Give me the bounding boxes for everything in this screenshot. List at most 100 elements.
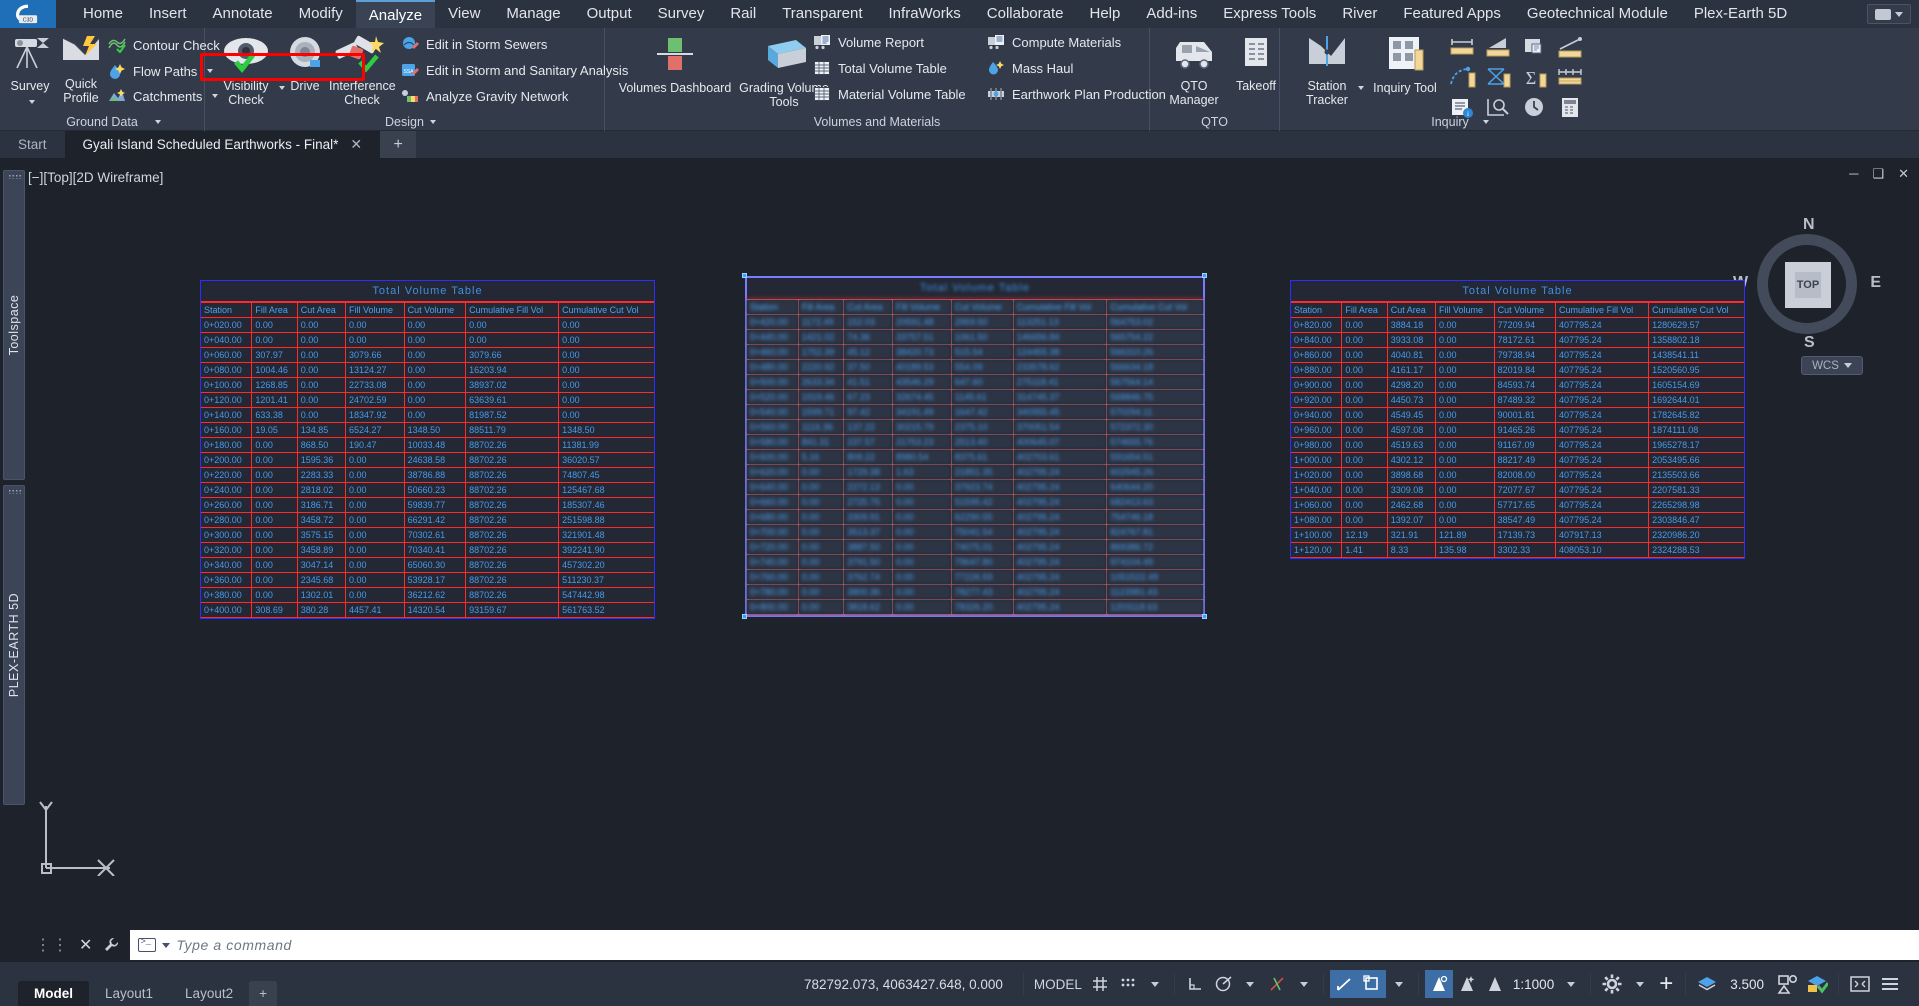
station-tracker-button[interactable]: Station Tracker xyxy=(1294,34,1360,107)
workspace-dropdown[interactable] xyxy=(1386,970,1412,998)
table-row[interactable]: 0+420.001172.49152.0320591.482959.501132… xyxy=(747,315,1203,330)
customization-add-button[interactable]: + xyxy=(1653,970,1679,998)
drive-button[interactable]: Drive xyxy=(283,34,327,93)
workspace-switcher[interactable] xyxy=(1867,4,1911,24)
chevron-down-icon[interactable] xyxy=(162,943,170,948)
list-slope-icon[interactable] xyxy=(1484,36,1518,64)
ribbon-tab-add-ins[interactable]: Add-ins xyxy=(1133,0,1210,28)
application-menu-button[interactable]: C3D xyxy=(0,0,56,28)
wrench-icon[interactable] xyxy=(102,936,120,954)
table-row[interactable]: 0+780.000.003800.360.0078277.43402795.24… xyxy=(747,585,1203,600)
ribbon-tab-survey[interactable]: Survey xyxy=(645,0,718,28)
toolspace-dock-panel[interactable]: Toolspace xyxy=(3,170,25,480)
annotation-scale-value[interactable]: 1:1000 xyxy=(1509,977,1558,992)
grid-display-button[interactable] xyxy=(1086,970,1114,998)
selection-grip-bottom-left[interactable] xyxy=(742,614,747,619)
drawing-canvas[interactable]: [−][Top][2D Wireframe] ─ ❑ ✕ Toolspace P… xyxy=(0,158,1919,928)
command-input-placeholder[interactable]: Type a command xyxy=(176,937,292,953)
table-row[interactable]: 0+600.005.16809.228980.548375.61402703.6… xyxy=(747,450,1203,465)
annotation-scale-sync-button[interactable] xyxy=(1425,970,1453,998)
close-icon[interactable]: ✕ xyxy=(350,136,362,153)
table-row[interactable]: 0+560.001116.36137.2230215.792375.103700… xyxy=(747,420,1203,435)
osnap-dropdown[interactable] xyxy=(1291,970,1317,998)
list-elevation-icon[interactable] xyxy=(1520,36,1554,64)
layout-tab-strip[interactable]: ModelLayout1Layout2+ xyxy=(18,962,277,1006)
ribbon-tab-river[interactable]: River xyxy=(1329,0,1390,28)
table-row[interactable]: 0+320.000.003458.890.0070340.4188702.263… xyxy=(201,543,654,558)
annotation-scale-list-button[interactable] xyxy=(1481,970,1509,998)
ribbon-tab-help[interactable]: Help xyxy=(1076,0,1133,28)
polar-tracking-button[interactable] xyxy=(1209,970,1237,998)
ribbon-tab-output[interactable]: Output xyxy=(574,0,645,28)
object-snap-button[interactable] xyxy=(1263,970,1291,998)
analyze-gravity-network-button[interactable]: Analyze Gravity Network xyxy=(401,88,568,104)
selection-grip-bottom-right[interactable] xyxy=(1202,614,1207,619)
table-row[interactable]: 0+220.000.002283.330.0038786.8888702.267… xyxy=(201,468,654,483)
file-tab-start[interactable]: Start xyxy=(0,131,65,158)
table-row[interactable]: 0+720.000.003887.500.0074075.01402795.24… xyxy=(747,540,1203,555)
table-row[interactable]: 0+760.000.003762.740.0077226.59402795.24… xyxy=(747,570,1203,585)
left-table[interactable]: Total Volume TableStationFill AreaCut Ar… xyxy=(200,280,655,619)
table-row[interactable]: 0+920.000.004450.730.0087489.32407795.24… xyxy=(1291,393,1744,408)
settings-button[interactable] xyxy=(1597,970,1627,998)
list-continuous-distance-icon[interactable] xyxy=(1556,66,1590,94)
table-row[interactable]: 0+660.000.002725.750.0051595.42402795.24… xyxy=(747,495,1203,510)
takeoff-button[interactable]: Takeoff xyxy=(1234,34,1278,93)
table-row[interactable]: 0+360.000.002345.680.0053928.1788702.265… xyxy=(201,573,654,588)
ribbon-tab-annotate[interactable]: Annotate xyxy=(200,0,286,28)
lineweight-button[interactable] xyxy=(1692,970,1722,998)
table-row[interactable]: 0+280.000.003458.720.0066291.4288702.262… xyxy=(201,513,654,528)
table-row[interactable]: 0+120.001201.410.0024702.590.0063639.610… xyxy=(201,393,654,408)
viewcube-north-label[interactable]: N xyxy=(1803,216,1815,234)
middle-table[interactable]: Total Volume TableStationFill AreaCut Ar… xyxy=(745,276,1205,617)
right-table[interactable]: Total Volume TableStationFill AreaCut Ar… xyxy=(1290,280,1745,559)
table-row[interactable]: 0+540.001599.7197.4234191.491647.4234095… xyxy=(747,405,1203,420)
list-curve-icon[interactable] xyxy=(1448,66,1482,94)
table-row[interactable]: 1+060.000.002462.680.0057717.65407795.24… xyxy=(1291,498,1744,513)
table-row[interactable]: 0+460.001752.3945.1238420.73515.54124455… xyxy=(747,345,1203,360)
new-file-tab-button[interactable]: + xyxy=(380,131,416,158)
table-row[interactable]: 0+620.000.001729.381.6321851.35402795.24… xyxy=(747,465,1203,480)
snap-dropdown[interactable] xyxy=(1142,970,1168,998)
viewcube-top-face[interactable]: TOP xyxy=(1785,262,1831,308)
table-row[interactable]: 0+020.000.000.000.000.000.000.00 xyxy=(201,318,654,333)
table-row[interactable]: 0+880.000.004161.170.0082019.84407795.24… xyxy=(1291,363,1744,378)
table-row[interactable]: 0+260.000.003186.710.0059839.7788702.261… xyxy=(201,498,654,513)
table-row[interactable]: 0+300.000.003575.150.0070302.6188702.263… xyxy=(201,528,654,543)
ribbon-tab-view[interactable]: View xyxy=(435,0,493,28)
annotation-scale-dropdown[interactable] xyxy=(1558,970,1584,998)
table-row[interactable]: 0+140.00633.380.0018347.920.0081987.520.… xyxy=(201,408,654,423)
table-row[interactable]: 0+980.000.004519.630.0091167.09407795.24… xyxy=(1291,438,1744,453)
selection-grip-top-left[interactable] xyxy=(742,273,747,278)
table-row[interactable]: 0+960.000.004597.080.0091465.26407795.24… xyxy=(1291,423,1744,438)
flow-paths-button[interactable]: Flow Paths xyxy=(108,63,213,79)
ribbon-tab-transparent[interactable]: Transparent xyxy=(769,0,875,28)
isolate-objects-button[interactable] xyxy=(1772,970,1802,998)
command-input-wrapper[interactable]: Type a command xyxy=(130,930,1919,960)
close-icon[interactable]: ✕ xyxy=(79,935,92,955)
viewport-label[interactable]: [−][Top][2D Wireframe] xyxy=(28,170,163,185)
table-row[interactable]: 0+180.000.00868.50190.4710033.4888702.26… xyxy=(201,438,654,453)
ribbon-tab-infraworks[interactable]: InfraWorks xyxy=(876,0,974,28)
inquiry-tool-button[interactable]: Inquiry Tool xyxy=(1366,34,1444,95)
total-volume-table-button[interactable]: Total Volume Table xyxy=(813,60,947,76)
table-row[interactable]: 0+800.000.003818.620.0078326.20402795.24… xyxy=(747,600,1203,615)
table-row[interactable]: 1+100.0012.19321.91121.8917139.73407917.… xyxy=(1291,528,1744,543)
list-station-offset-icon[interactable] xyxy=(1484,66,1518,94)
add-scales-button[interactable] xyxy=(1453,970,1481,998)
catchments-button[interactable]: Catchments xyxy=(108,88,218,104)
earthwork-plan-production-button[interactable]: Earthwork Plan Production xyxy=(987,86,1166,102)
table-row[interactable]: 0+500.002633.3441.5143546.29647.60275118… xyxy=(747,375,1203,390)
ribbon-tab-home[interactable]: Home xyxy=(70,0,136,28)
file-tab-gyali-island-scheduled-earth[interactable]: Gyali Island Scheduled Earthworks - Fina… xyxy=(65,131,381,158)
table-row[interactable]: 0+860.000.004040.810.0079738.94407795.24… xyxy=(1291,348,1744,363)
list-distance-icon[interactable] xyxy=(1448,36,1482,64)
layout-tab-model[interactable]: Model xyxy=(18,981,89,1006)
table-row[interactable]: 0+820.000.003884.180.0077209.94407795.24… xyxy=(1291,318,1744,333)
volumes-dashboard-button[interactable]: Volumes Dashboard xyxy=(615,34,735,95)
viewcube-south-label[interactable]: S xyxy=(1804,334,1815,352)
material-volume-table-button[interactable]: Material Volume Table xyxy=(813,86,966,102)
polar-dropdown[interactable] xyxy=(1237,970,1263,998)
ribbon-tab-collaborate[interactable]: Collaborate xyxy=(974,0,1077,28)
ribbon-tab-manage[interactable]: Manage xyxy=(493,0,573,28)
